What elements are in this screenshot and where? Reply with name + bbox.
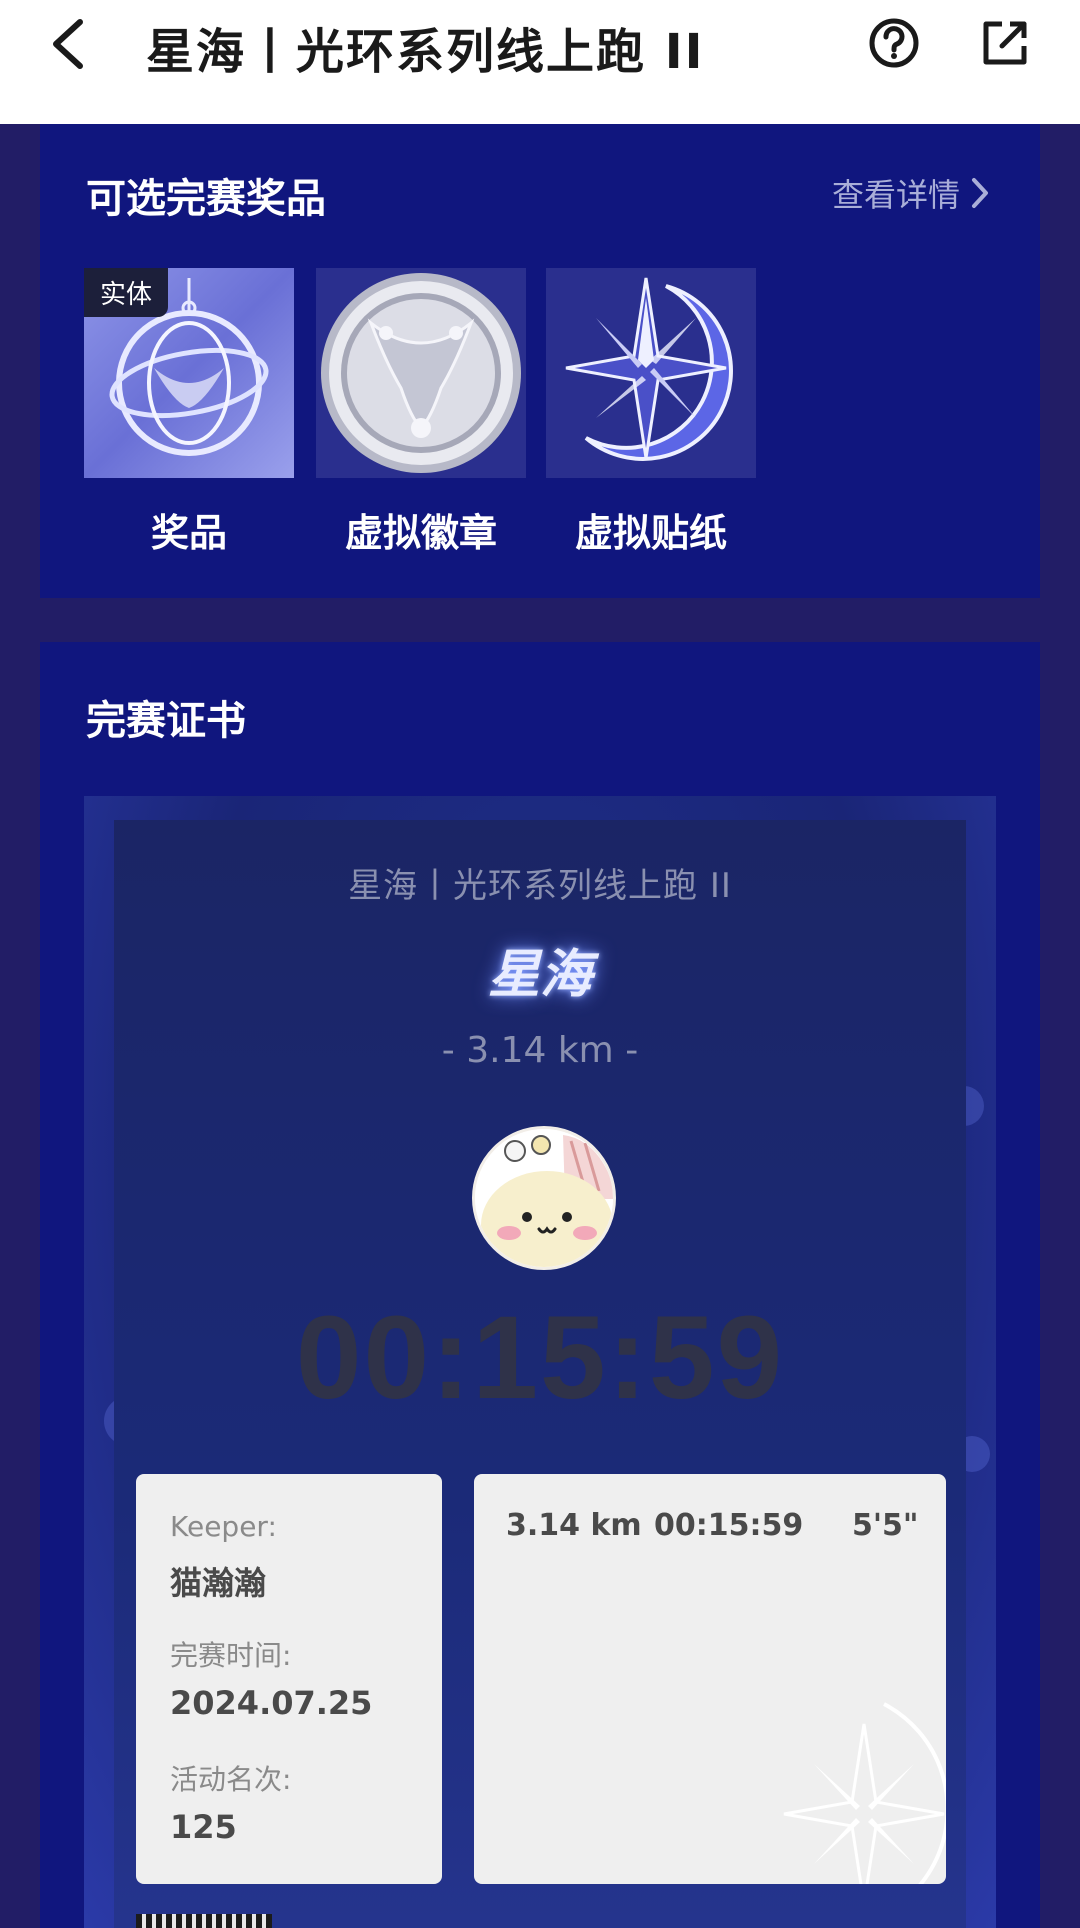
certificate-section: 完赛证书 星海丨光环系列线上跑 II 星海 - 3.14 km - 00:15:…	[40, 642, 1040, 1928]
help-button[interactable]	[868, 17, 920, 69]
question-circle-icon	[869, 18, 919, 68]
barcode-strip	[136, 1914, 272, 1928]
view-details-label: 查看详情	[831, 176, 960, 214]
certificate-logo: 星海	[487, 944, 592, 1005]
prize-label: 虚拟徽章	[344, 511, 497, 555]
keeper-label: Keeper:	[170, 1510, 277, 1543]
star-moon-sticker-image	[546, 268, 756, 478]
prize-section-title: 可选完赛奖品	[86, 176, 326, 222]
stat-distance: 3.14 km	[506, 1508, 642, 1543]
certificate-section-title: 完赛证书	[86, 698, 246, 744]
top-nav-bar: 星海丨光环系列线上跑 II	[0, 0, 1080, 124]
certificate-panel: 星海丨光环系列线上跑 II 星海 - 3.14 km - 00:15:59 Ke…	[114, 820, 966, 1928]
page-title: 星海丨光环系列线上跑 II	[146, 24, 705, 80]
medal-pendant-image: 实体	[84, 268, 294, 478]
finish-date: 2024.07.25	[170, 1684, 373, 1722]
prize-label: 奖品	[150, 511, 227, 555]
external-share-icon	[983, 21, 1027, 65]
prize-item-physical[interactable]: 实体 奖品	[84, 268, 294, 557]
prize-item-sticker[interactable]: 虚拟贴纸	[546, 268, 756, 557]
avatar	[472, 1126, 616, 1270]
certificate-event-name: 星海丨光环系列线上跑 II	[348, 866, 732, 906]
star-moon-watermark-icon	[783, 1702, 946, 1884]
runner-info-box: Keeper: 猫瀚瀚 完赛时间: 2024.07.25 活动名次: 125	[136, 1474, 442, 1884]
chevron-right-icon	[972, 178, 988, 208]
view-details-link[interactable]: 查看详情	[832, 170, 990, 216]
certificate-image[interactable]: 星海丨光环系列线上跑 II 星海 - 3.14 km - 00:15:59 Ke…	[84, 796, 996, 1928]
avatar-cartoon-icon	[475, 1129, 613, 1267]
prize-label: 虚拟贴纸	[574, 511, 727, 555]
silver-badge-image	[316, 268, 526, 478]
keeper-name: 猫瀚瀚	[170, 1564, 267, 1602]
certificate-finish-time: 00:15:59	[295, 1292, 785, 1424]
physical-tag: 实体	[84, 268, 169, 317]
stat-duration: 00:15:59	[654, 1508, 804, 1543]
silver-badge-icon	[321, 273, 521, 473]
rank-label: 活动名次:	[170, 1763, 292, 1796]
prize-section: 可选完赛奖品 查看详情 实体 奖品 虚拟徽章 虚拟贴纸	[40, 124, 1040, 598]
run-stats-box: 3.14 km 00:15:59 5'5"	[474, 1474, 946, 1884]
prize-item-badge[interactable]: 虚拟徽章	[316, 268, 526, 557]
back-button[interactable]	[46, 16, 90, 72]
star-moon-sticker-icon	[565, 277, 733, 461]
share-button[interactable]	[980, 18, 1030, 68]
chevron-left-icon	[53, 19, 83, 69]
certificate-distance: - 3.14 km -	[441, 1030, 639, 1071]
finish-date-label: 完赛时间:	[170, 1639, 292, 1672]
rank-value: 125	[170, 1808, 237, 1846]
stat-pace: 5'5"	[852, 1508, 919, 1543]
